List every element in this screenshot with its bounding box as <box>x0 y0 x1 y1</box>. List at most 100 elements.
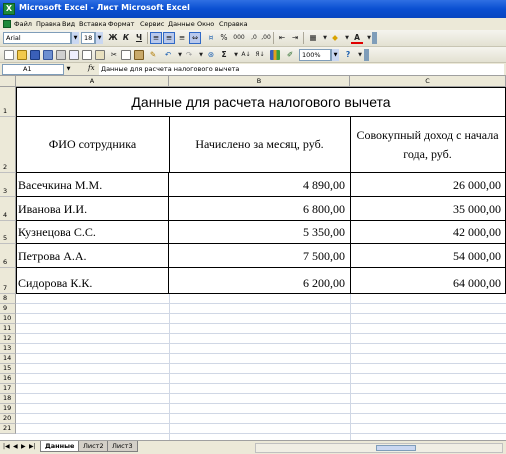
cell-name[interactable]: Сидорова К.К. <box>17 268 169 294</box>
first-sheet-icon[interactable]: |◀ <box>3 443 10 450</box>
cell-cumulative[interactable]: 64 000,00 <box>350 268 506 294</box>
align-left-icon[interactable]: ≡ <box>150 32 162 44</box>
format-painter-icon[interactable]: ✎ <box>147 49 159 61</box>
sheet-tab-3[interactable]: Лист3 <box>107 441 138 452</box>
font-name-select[interactable]: Arial <box>3 32 71 44</box>
name-box-dropdown-icon[interactable]: ▼ <box>64 64 73 75</box>
last-sheet-icon[interactable]: ▶| <box>29 443 36 450</box>
spelling-icon[interactable] <box>82 50 92 60</box>
currency-icon[interactable]: ¤ <box>205 32 217 44</box>
drawing-icon[interactable]: ✐ <box>284 49 296 61</box>
row-header-16[interactable]: 16 <box>0 374 16 384</box>
column-header-b[interactable]: B <box>169 76 350 87</box>
hyperlink-icon[interactable]: ⊛ <box>205 49 217 61</box>
sheet-tab-2[interactable]: Лист2 <box>78 441 109 452</box>
decrease-indent-icon[interactable]: ⇤ <box>276 32 288 44</box>
row-header-3[interactable]: 3 <box>0 173 16 197</box>
italic-button[interactable]: К <box>120 32 132 44</box>
autosum-button[interactable]: Σ <box>218 49 230 61</box>
align-center-icon[interactable]: ≡ <box>163 32 175 44</box>
row-header-14[interactable]: 14 <box>0 354 16 364</box>
header-cell-cumulative[interactable]: Совокупный доход с начала года, руб. <box>350 117 506 173</box>
cut-icon[interactable]: ✂ <box>108 49 120 61</box>
percent-button[interactable]: % <box>218 32 230 44</box>
increase-decimal-icon[interactable]: ,0 <box>248 32 260 44</box>
row-header-1[interactable]: 1 <box>0 87 16 117</box>
merge-center-icon[interactable]: ⇔ <box>189 32 201 44</box>
header-cell-monthly[interactable]: Начислено за месяц, руб. <box>169 117 351 173</box>
row-header-19[interactable]: 19 <box>0 404 16 414</box>
research-icon[interactable] <box>95 50 105 60</box>
copy-icon[interactable] <box>121 50 131 60</box>
toolbar-options-icon[interactable] <box>364 49 369 61</box>
cell-monthly[interactable]: 5 350,00 <box>169 221 351 244</box>
borders-icon[interactable]: ▦ <box>307 32 319 44</box>
header-cell-name[interactable]: ФИО сотрудника <box>16 117 170 173</box>
menu-window[interactable]: Окно <box>197 20 214 28</box>
cell-name[interactable]: Иванова И.И. <box>17 197 169 221</box>
cell-cumulative[interactable]: 26 000,00 <box>350 173 506 197</box>
column-header-a[interactable]: A <box>16 76 169 87</box>
font-name-dropdown-icon[interactable]: ▼ <box>71 32 79 44</box>
worksheet-grid[interactable]: A B C 1 2 3 4 5 6 7 8 9 10 11 12 13 14 1… <box>0 76 506 440</box>
cell-monthly[interactable]: 6 800,00 <box>169 197 351 221</box>
sheet-title-cell[interactable]: Данные для расчета налогового вычета <box>16 87 506 117</box>
font-color-button[interactable]: A <box>351 32 363 44</box>
menu-edit[interactable]: Правка <box>36 20 61 28</box>
formula-input[interactable]: Данные для расчета налогового вычета <box>99 64 504 75</box>
row-header-15[interactable]: 15 <box>0 364 16 374</box>
cell-monthly[interactable]: 7 500,00 <box>169 244 351 268</box>
increase-indent-icon[interactable]: ⇥ <box>289 32 301 44</box>
scroll-thumb[interactable] <box>376 445 416 451</box>
cell-name[interactable]: Васечкина М.М. <box>17 173 169 197</box>
cell-name[interactable]: Петрова А.А. <box>17 244 169 268</box>
underline-button[interactable]: Ч <box>133 32 145 44</box>
menu-data[interactable]: Данные <box>168 20 195 28</box>
cell-cumulative[interactable]: 54 000,00 <box>350 244 506 268</box>
menu-file[interactable]: Файл <box>14 20 32 28</box>
new-document-icon[interactable] <box>4 50 14 60</box>
align-right-icon[interactable]: ≡ <box>176 32 188 44</box>
menu-tools[interactable]: Сервис <box>140 20 164 28</box>
zoom-dropdown-icon[interactable]: ▼ <box>331 49 339 61</box>
insert-function-button[interactable]: fx <box>88 64 95 72</box>
row-header-12[interactable]: 12 <box>0 334 16 344</box>
cell-cumulative[interactable]: 42 000,00 <box>350 221 506 244</box>
menu-insert[interactable]: Вставка <box>79 20 107 28</box>
row-header-13[interactable]: 13 <box>0 344 16 354</box>
redo-icon[interactable]: ↷ <box>183 49 195 61</box>
row-header-8[interactable]: 8 <box>0 294 16 304</box>
row-header-7[interactable]: 7 <box>0 268 16 294</box>
name-box[interactable]: A1 <box>2 64 64 75</box>
save-icon[interactable] <box>30 50 40 60</box>
horizontal-scrollbar[interactable] <box>255 443 503 453</box>
sheet-tab-data[interactable]: Данные <box>40 441 80 452</box>
row-header-6[interactable]: 6 <box>0 244 16 268</box>
print-preview-icon[interactable] <box>69 50 79 60</box>
row-header-17[interactable]: 17 <box>0 384 16 394</box>
cell-monthly[interactable]: 4 890,00 <box>169 173 351 197</box>
permission-icon[interactable] <box>43 50 53 60</box>
row-header-21[interactable]: 21 <box>0 424 16 434</box>
menu-view[interactable]: Вид <box>62 20 75 28</box>
row-header-10[interactable]: 10 <box>0 314 16 324</box>
open-folder-icon[interactable] <box>17 50 27 60</box>
prev-sheet-icon[interactable]: ◀ <box>13 443 18 450</box>
sort-descending-icon[interactable]: Я↓ <box>254 49 266 61</box>
fill-color-icon[interactable]: ◆ <box>329 32 341 44</box>
thousands-button[interactable]: 000 <box>231 32 247 44</box>
help-icon[interactable]: ? <box>342 49 354 61</box>
chart-wizard-icon[interactable] <box>270 50 280 60</box>
sort-ascending-icon[interactable]: А↓ <box>240 49 252 61</box>
row-header-9[interactable]: 9 <box>0 304 16 314</box>
cell-monthly[interactable]: 6 200,00 <box>169 268 351 294</box>
cell-cumulative[interactable]: 35 000,00 <box>350 197 506 221</box>
row-header-2[interactable]: 2 <box>0 117 16 173</box>
next-sheet-icon[interactable]: ▶ <box>21 443 26 450</box>
row-header-4[interactable]: 4 <box>0 197 16 221</box>
menu-help[interactable]: Справка <box>219 20 248 28</box>
row-header-11[interactable]: 11 <box>0 324 16 334</box>
decrease-decimal-icon[interactable]: ,00 <box>260 32 272 44</box>
row-header-20[interactable]: 20 <box>0 414 16 424</box>
font-size-dropdown-icon[interactable]: ▼ <box>95 32 103 44</box>
